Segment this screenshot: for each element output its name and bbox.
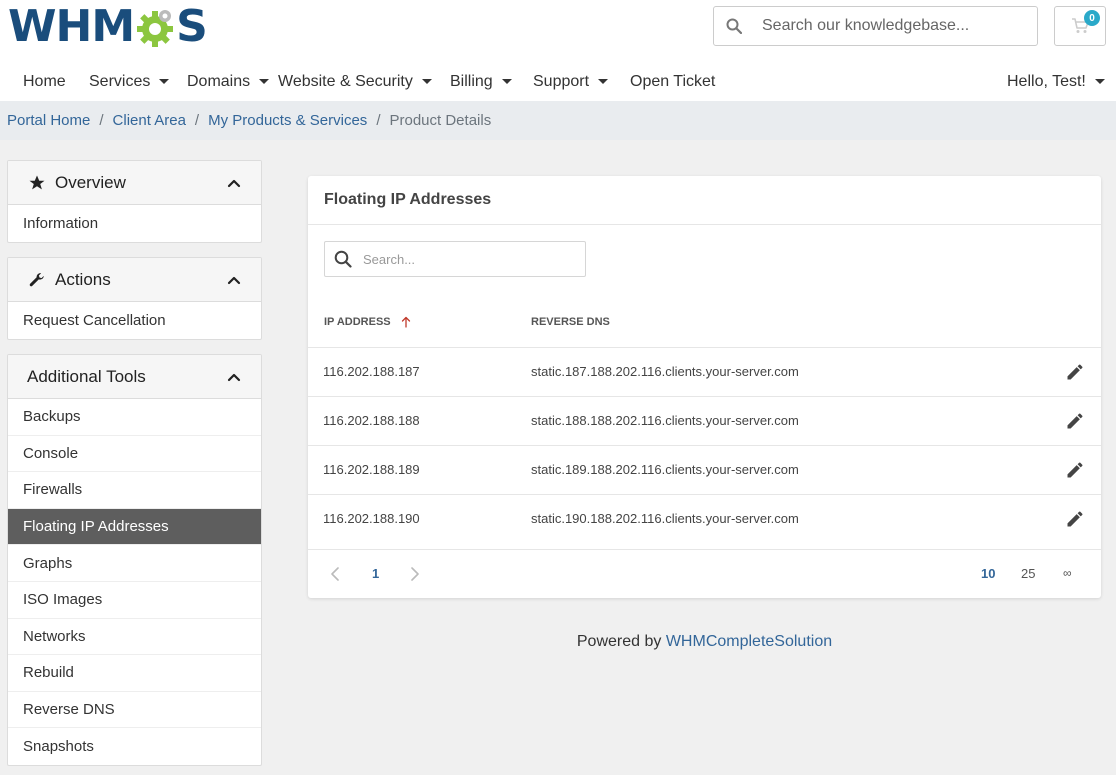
logo-text-left: WHM [8, 1, 135, 52]
breadcrumb-my-products[interactable]: My Products & Services [208, 112, 367, 129]
edit-pencil-icon[interactable] [1065, 509, 1085, 529]
caret-down-icon [421, 79, 432, 84]
reverse-dns-cell: static.187.188.202.116.clients.your-serv… [531, 364, 799, 379]
logo-text-right: S [176, 1, 208, 52]
search-icon[interactable] [714, 7, 754, 45]
table-search [324, 241, 586, 277]
sidebar-item-floating-ip-addresses[interactable]: Floating IP Addresses [8, 508, 261, 546]
page-size-option[interactable]: 25 [1021, 566, 1035, 581]
sidebar-panel-additional-tools: Additional Tools Backups Console Firewal… [7, 354, 262, 766]
ip-address-cell: 116.202.188.189 [323, 462, 420, 477]
reverse-dns-cell: static.190.188.202.116.clients.your-serv… [531, 511, 799, 526]
breadcrumb-portal-home[interactable]: Portal Home [7, 112, 90, 129]
chevron-up-icon[interactable] [227, 273, 241, 287]
knowledgebase-search-input[interactable] [762, 17, 1032, 35]
table-row: 116.202.188.188 static.188.188.202.116.c… [308, 396, 1101, 445]
page-size-option[interactable]: 10 [981, 566, 995, 581]
divider [308, 224, 1101, 225]
panel-header-additional-tools[interactable]: Additional Tools [8, 355, 261, 399]
reverse-dns-cell: static.189.188.202.116.clients.your-serv… [531, 462, 799, 477]
panel-title: Actions [55, 269, 111, 289]
sidebar-panel-actions: Actions Request Cancellation [7, 257, 262, 340]
sidebar-item-firewalls[interactable]: Firewalls [8, 472, 261, 509]
caret-down-icon [501, 79, 512, 84]
sidebar-item-networks[interactable]: Networks [8, 619, 261, 656]
breadcrumb-separator: / [99, 112, 104, 129]
caret-down-icon [598, 79, 609, 84]
ip-address-cell: 116.202.188.188 [323, 413, 420, 428]
gear-logo-icon [137, 10, 174, 47]
knowledgebase-search [713, 6, 1038, 46]
user-menu[interactable]: Hello, Test! [1007, 62, 1105, 101]
search-icon [325, 242, 361, 276]
panel-header-actions[interactable]: Actions [8, 258, 261, 302]
sort-ascending-icon [401, 316, 410, 328]
ip-address-cell: 116.202.188.190 [323, 511, 420, 526]
sidebar-item-reverse-dns[interactable]: Reverse DNS [8, 692, 261, 729]
nav-item-open-ticket[interactable]: Open Ticket [630, 62, 715, 101]
chevron-up-icon[interactable] [227, 176, 241, 190]
table-row: 116.202.188.190 static.190.188.202.116.c… [308, 494, 1101, 543]
sidebar-item-snapshots[interactable]: Snapshots [8, 728, 261, 765]
edit-pencil-icon[interactable] [1065, 362, 1085, 382]
table-row: 116.202.188.189 static.189.188.202.116.c… [308, 445, 1101, 494]
cart-count-badge: 0 [1084, 10, 1100, 26]
table-row: 116.202.188.187 static.187.188.202.116.c… [308, 347, 1101, 396]
reverse-dns-cell: static.188.188.202.116.clients.your-serv… [531, 413, 799, 428]
panel-title: Overview [55, 172, 126, 192]
cart-button[interactable]: 0 [1054, 6, 1106, 46]
wrench-icon [27, 270, 47, 290]
breadcrumb-separator: / [194, 112, 200, 129]
panel-header-overview[interactable]: Overview [8, 161, 261, 205]
footer: Powered by WHMCompleteSolution [308, 633, 1101, 651]
page-size-option-all[interactable]: ∞ [1063, 566, 1072, 580]
sidebar-item-graphs[interactable]: Graphs [8, 545, 261, 582]
pagination-page[interactable]: 1 [372, 566, 379, 581]
column-header-ip-address[interactable]: IP ADDRESS [324, 316, 411, 328]
whmcs-logo[interactable]: WHM S [8, 1, 208, 52]
footer-prefix: Powered by [576, 633, 662, 650]
chevron-up-icon[interactable] [227, 370, 241, 384]
ip-address-cell: 116.202.188.187 [323, 364, 420, 379]
sidebar-item-console[interactable]: Console [8, 436, 261, 473]
nav-item-home[interactable]: Home [23, 62, 66, 101]
breadcrumb: Portal Home / Client Area / My Products … [0, 101, 1116, 140]
main-navigation: Home Services Domains Website & Security… [0, 62, 1116, 101]
chevron-left-icon[interactable] [330, 567, 340, 581]
edit-pencil-icon[interactable] [1065, 460, 1085, 480]
sidebar-item-rebuild[interactable]: Rebuild [8, 655, 261, 692]
card-title: Floating IP Addresses [324, 191, 492, 208]
star-icon [27, 173, 47, 193]
floating-ip-card: Floating IP Addresses IP ADDRESS REVERSE… [308, 176, 1101, 598]
panel-title: Additional Tools [27, 366, 146, 386]
caret-down-icon [259, 79, 270, 84]
column-header-reverse-dns[interactable]: REVERSE DNS [531, 316, 610, 328]
breadcrumb-current: Product Details [389, 112, 492, 129]
sidebar-panel-overview: Overview Information [7, 160, 262, 243]
chevron-right-icon[interactable] [410, 567, 420, 581]
breadcrumb-client-area[interactable]: Client Area [113, 112, 186, 129]
divider [308, 549, 1101, 550]
caret-down-icon [1094, 79, 1105, 84]
sidebar-item-request-cancellation[interactable]: Request Cancellation [8, 302, 261, 339]
nav-item-website-security[interactable]: Website & Security [278, 62, 432, 101]
nav-item-support[interactable]: Support [533, 62, 609, 101]
nav-item-services[interactable]: Services [89, 62, 170, 101]
nav-item-domains[interactable]: Domains [187, 62, 270, 101]
edit-pencil-icon[interactable] [1065, 411, 1085, 431]
sidebar-item-iso-images[interactable]: ISO Images [8, 582, 261, 619]
sidebar-item-backups[interactable]: Backups [8, 399, 261, 436]
caret-down-icon [159, 79, 170, 84]
site-header: WHM S Search our knowledgebase... 0 Home… [0, 0, 1116, 101]
sidebar-item-information[interactable]: Information [8, 205, 261, 242]
user-greeting: Hello, Test! [1007, 72, 1086, 90]
nav-item-billing[interactable]: Billing [450, 62, 512, 101]
table-search-input[interactable] [363, 251, 573, 267]
footer-link[interactable]: WHMCompleteSolution [666, 633, 832, 650]
breadcrumb-separator: / [376, 112, 381, 129]
